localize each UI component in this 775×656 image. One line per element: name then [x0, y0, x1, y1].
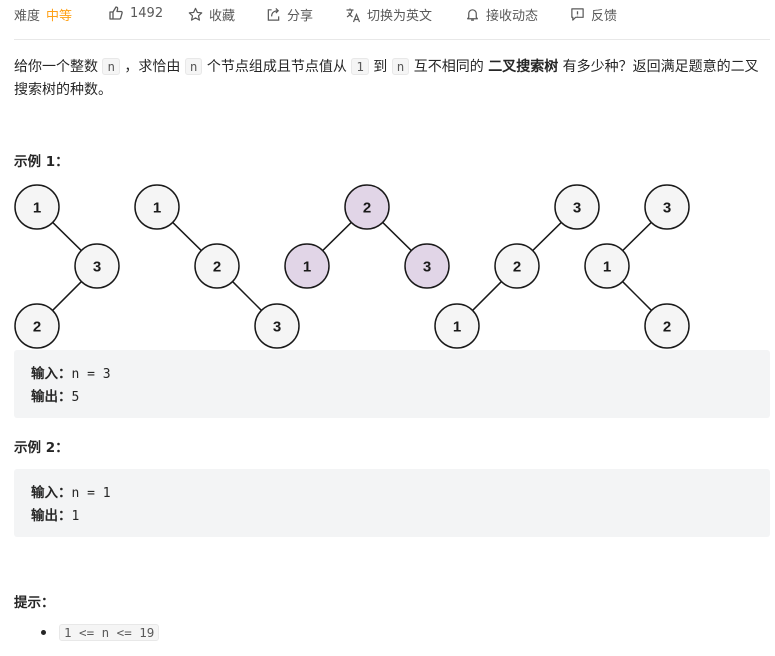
- feedback-label: 反馈: [591, 9, 618, 24]
- tree-node-label: 3: [273, 319, 281, 336]
- inline-code: n: [102, 58, 120, 75]
- share-label: 分享: [287, 9, 314, 24]
- like-count: 1492: [130, 5, 164, 21]
- translate-icon: [345, 7, 361, 23]
- tree-node: 1: [284, 243, 330, 289]
- star-icon: [188, 7, 203, 22]
- list-bullet: [41, 630, 46, 635]
- tree-node: 3: [254, 303, 300, 349]
- bst-tree-1: 1 3 2: [14, 184, 120, 349]
- tree-node: 2: [644, 303, 690, 349]
- inline-code: 1: [351, 58, 369, 75]
- tree-node-label: 3: [573, 200, 581, 217]
- share-button[interactable]: 分享: [266, 5, 313, 24]
- toolbar-divider: [14, 39, 770, 40]
- desc-text: 到: [368, 59, 392, 75]
- tree-node: 1: [14, 184, 60, 230]
- tree-edge: [622, 221, 652, 252]
- example-1-code-block: 输入：n = 3 输出：5: [14, 350, 770, 418]
- desc-text: 给你一个整数: [14, 59, 103, 75]
- tree-edge: [52, 281, 82, 311]
- tree-edge: [172, 221, 202, 252]
- bst-tree-5: 3 1 2: [584, 184, 690, 349]
- tree-edge: [232, 281, 262, 311]
- tree-node-label: 2: [663, 319, 671, 336]
- difficulty-value: 中等: [46, 9, 73, 24]
- desc-text: 个节点组成且节点值从: [202, 59, 352, 75]
- tree-edge: [52, 221, 82, 252]
- output-label: 输出：: [31, 508, 72, 524]
- tree-node-label: 2: [213, 259, 221, 276]
- tree-node-label: 2: [363, 200, 371, 217]
- desc-text: 互不相同的: [409, 59, 489, 75]
- bst-example-diagram: 1 3 2 1 2 3 2 1 3 3 2 1 3 1 2: [14, 184, 690, 349]
- feedback-icon: [570, 7, 585, 22]
- tree-node-label: 2: [33, 319, 41, 336]
- desc-bold-term: 二叉搜索树: [488, 59, 559, 75]
- notify-button[interactable]: 接收动态: [465, 5, 538, 24]
- tree-node: 3: [554, 184, 600, 230]
- tree-edge: [322, 221, 352, 252]
- tree-node-label: 3: [93, 259, 101, 276]
- difficulty-label: 难度: [14, 9, 41, 24]
- tree-edge: [532, 221, 562, 252]
- tree-node: 2: [494, 243, 540, 289]
- tree-node: 1: [134, 184, 180, 230]
- collect-label: 收藏: [209, 9, 236, 24]
- thumbs-up-icon: [108, 5, 124, 21]
- example-1-title: 示例 1：: [14, 154, 69, 170]
- inline-code: n: [391, 58, 410, 75]
- example-2-input: 输入：n = 1: [31, 481, 111, 501]
- tree-edge: [472, 281, 502, 311]
- bst-tree-3: 2 1 3: [284, 184, 450, 289]
- output-value: 1: [71, 509, 80, 524]
- tree-node: 3: [404, 243, 450, 289]
- tree-edge: [622, 281, 652, 311]
- tree-node-label: 1: [33, 200, 41, 217]
- tree-node-label: 1: [153, 200, 161, 217]
- example-2-code-block: 输入：n = 1 输出：1: [14, 469, 770, 537]
- tree-node: 3: [644, 184, 690, 230]
- tree-node-label: 1: [603, 259, 611, 276]
- tree-node: 1: [584, 243, 630, 289]
- feedback-button[interactable]: 反馈: [570, 5, 617, 24]
- example-1-input: 输入：n = 3: [31, 362, 111, 382]
- input-label: 输入：: [31, 366, 72, 382]
- tree-edge: [382, 221, 412, 252]
- share-icon: [266, 7, 281, 22]
- tree-node-label: 1: [303, 259, 311, 276]
- input-value: n = 1: [71, 486, 111, 501]
- tree-node-label: 3: [423, 259, 431, 276]
- notify-label: 接收动态: [486, 9, 539, 24]
- tree-node: 2: [344, 184, 390, 230]
- bst-tree-4: 3 2 1: [434, 184, 600, 349]
- tree-node: 1: [434, 303, 480, 349]
- input-label: 输入：: [31, 485, 72, 501]
- problem-toolbar: 难度 中等 1492 收藏 分享 切换为英文 接收动态 反馈: [0, 0, 775, 28]
- problem-description: 给你一个整数 n ，求恰由 n 个节点组成且节点值从 1 到 n 互不相同的 二…: [14, 55, 772, 102]
- output-label: 输出：: [31, 389, 72, 405]
- example-2-output: 输出：1: [31, 504, 79, 524]
- like-button[interactable]: 1492: [108, 5, 163, 21]
- collect-button[interactable]: 收藏: [188, 5, 235, 24]
- desc-text: ，求恰由: [119, 59, 185, 75]
- inline-code: n: [184, 58, 203, 75]
- tree-node-label: 2: [513, 259, 521, 276]
- bst-tree-2: 1 2 3: [134, 184, 300, 349]
- output-value: 5: [71, 390, 80, 405]
- constraint-item: 1 <= n <= 19: [59, 624, 160, 641]
- bell-icon: [465, 7, 480, 22]
- tree-node-label: 3: [663, 200, 671, 217]
- hints-title: 提示：: [14, 595, 55, 611]
- switch-language-button[interactable]: 切换为英文: [345, 5, 432, 24]
- switch-language-label: 切换为英文: [367, 9, 433, 24]
- difficulty: 难度 中等: [14, 5, 72, 24]
- tree-node: 2: [14, 303, 60, 349]
- tree-node-label: 1: [453, 319, 461, 336]
- example-1-output: 输出：5: [31, 385, 79, 405]
- input-value: n = 3: [71, 367, 111, 382]
- tree-node: 3: [74, 243, 120, 289]
- example-2-title: 示例 2：: [14, 440, 69, 456]
- tree-node: 2: [194, 243, 240, 289]
